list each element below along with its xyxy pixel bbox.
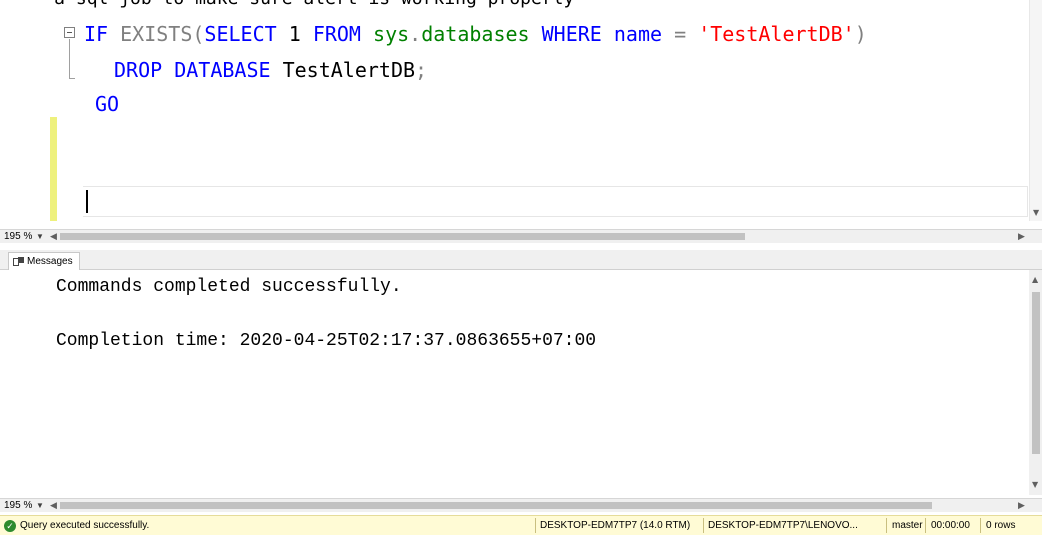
message-line: Completion time: 2020-04-25T02:17:37.086…	[56, 331, 597, 351]
code-token: FROM	[312, 22, 374, 46]
status-database: master	[892, 520, 923, 531]
messages-vertical-scrollbar[interactable]: ▲ ▼	[1029, 270, 1042, 495]
chevron-down-icon[interactable]: ▼	[36, 230, 44, 243]
code-token: name	[613, 22, 675, 46]
code-token: =	[674, 22, 699, 46]
code-line-if-exists: IF EXISTS(SELECT 1 FROM sys.databases WH…	[84, 20, 867, 48]
scroll-right-arrow-icon[interactable]: ▶	[1018, 499, 1025, 512]
results-zoom-bar: 195 % ▼ ◀ ▶	[0, 498, 1042, 512]
scroll-right-arrow-icon[interactable]: ▶	[1018, 230, 1025, 243]
scroll-down-arrow-icon[interactable]: ▼	[1032, 480, 1038, 489]
tab-messages-label: Messages	[27, 256, 73, 267]
success-check-icon: ✓	[4, 519, 16, 532]
results-zoom-select[interactable]: 195 %	[2, 499, 32, 512]
status-divider	[703, 518, 704, 533]
scroll-down-arrow-icon[interactable]: ▼	[1033, 208, 1039, 217]
editor-vertical-scrollbar[interactable]: ▼	[1029, 0, 1042, 221]
code-token: (	[192, 22, 205, 46]
code-token: TestAlertDB	[282, 58, 416, 82]
status-user: DESKTOP-EDM7TP7\LENOVO...	[708, 520, 858, 531]
status-bar: ✓ Query executed successfully. DESKTOP-E…	[0, 515, 1042, 535]
status-divider	[886, 518, 887, 533]
editor-zoom-bar: 195 % ▼ ◀ ▶	[0, 229, 1042, 243]
code-line-go: GO	[95, 90, 119, 118]
code-token: ;	[415, 58, 428, 82]
messages-icon	[13, 256, 24, 267]
code-token: .	[409, 22, 422, 46]
code-token: SELECT	[204, 22, 289, 46]
changed-lines-indicator	[50, 117, 57, 221]
results-tabstrip: Messages	[0, 250, 1042, 270]
code-token: )	[854, 22, 867, 46]
code-token: sys	[373, 22, 410, 46]
status-divider	[980, 518, 981, 533]
status-message: ✓ Query executed successfully.	[4, 519, 149, 532]
status-divider	[535, 518, 536, 533]
results-horizontal-scroll-thumb[interactable]	[60, 502, 932, 509]
status-elapsed-time: 00:00:00	[931, 520, 970, 531]
code-token: DROP	[114, 58, 175, 82]
code-token: 1	[288, 22, 313, 46]
status-server: DESKTOP-EDM7TP7 (14.0 RTM)	[540, 520, 691, 531]
code-token: 'TestAlertDB'	[698, 22, 855, 46]
editor-horizontal-scroll-thumb[interactable]	[60, 233, 745, 240]
fold-guide-line	[69, 39, 70, 79]
collapse-toggle[interactable]	[64, 27, 75, 38]
messages-scroll-thumb[interactable]	[1032, 292, 1040, 454]
current-line-highlight	[83, 186, 1028, 217]
code-token: WHERE	[541, 22, 614, 46]
message-line: Commands completed successfully.	[56, 277, 402, 297]
status-row-count: 0 rows	[986, 520, 1016, 531]
code-token: GO	[95, 92, 120, 116]
clipped-comment-line: Test a sql job to make sure alert is wor…	[0, 0, 1042, 8]
code-line-drop-database: DROP DATABASE TestAlertDB;	[114, 56, 427, 84]
code-token: databases	[421, 22, 542, 46]
editor-zoom-select[interactable]: 195 %	[2, 230, 32, 243]
code-token: EXISTS	[120, 22, 193, 46]
query-editor[interactable]: Test a sql job to make sure alert is wor…	[0, 0, 1042, 221]
tab-messages[interactable]: Messages	[8, 252, 80, 270]
status-divider	[925, 518, 926, 533]
messages-pane[interactable]: Commands completed successfully. Complet…	[0, 270, 1029, 495]
code-token: IF	[84, 22, 121, 46]
fold-guide-end	[69, 78, 75, 79]
text-caret	[86, 190, 88, 213]
scroll-left-arrow-icon[interactable]: ◀	[50, 230, 57, 243]
scroll-up-arrow-icon[interactable]: ▲	[1032, 275, 1038, 284]
status-message-text: Query executed successfully.	[20, 520, 150, 531]
code-token: DATABASE	[174, 58, 283, 82]
editor-gutter	[0, 0, 42, 221]
chevron-down-icon[interactable]: ▼	[36, 499, 44, 512]
scroll-left-arrow-icon[interactable]: ◀	[50, 499, 57, 512]
